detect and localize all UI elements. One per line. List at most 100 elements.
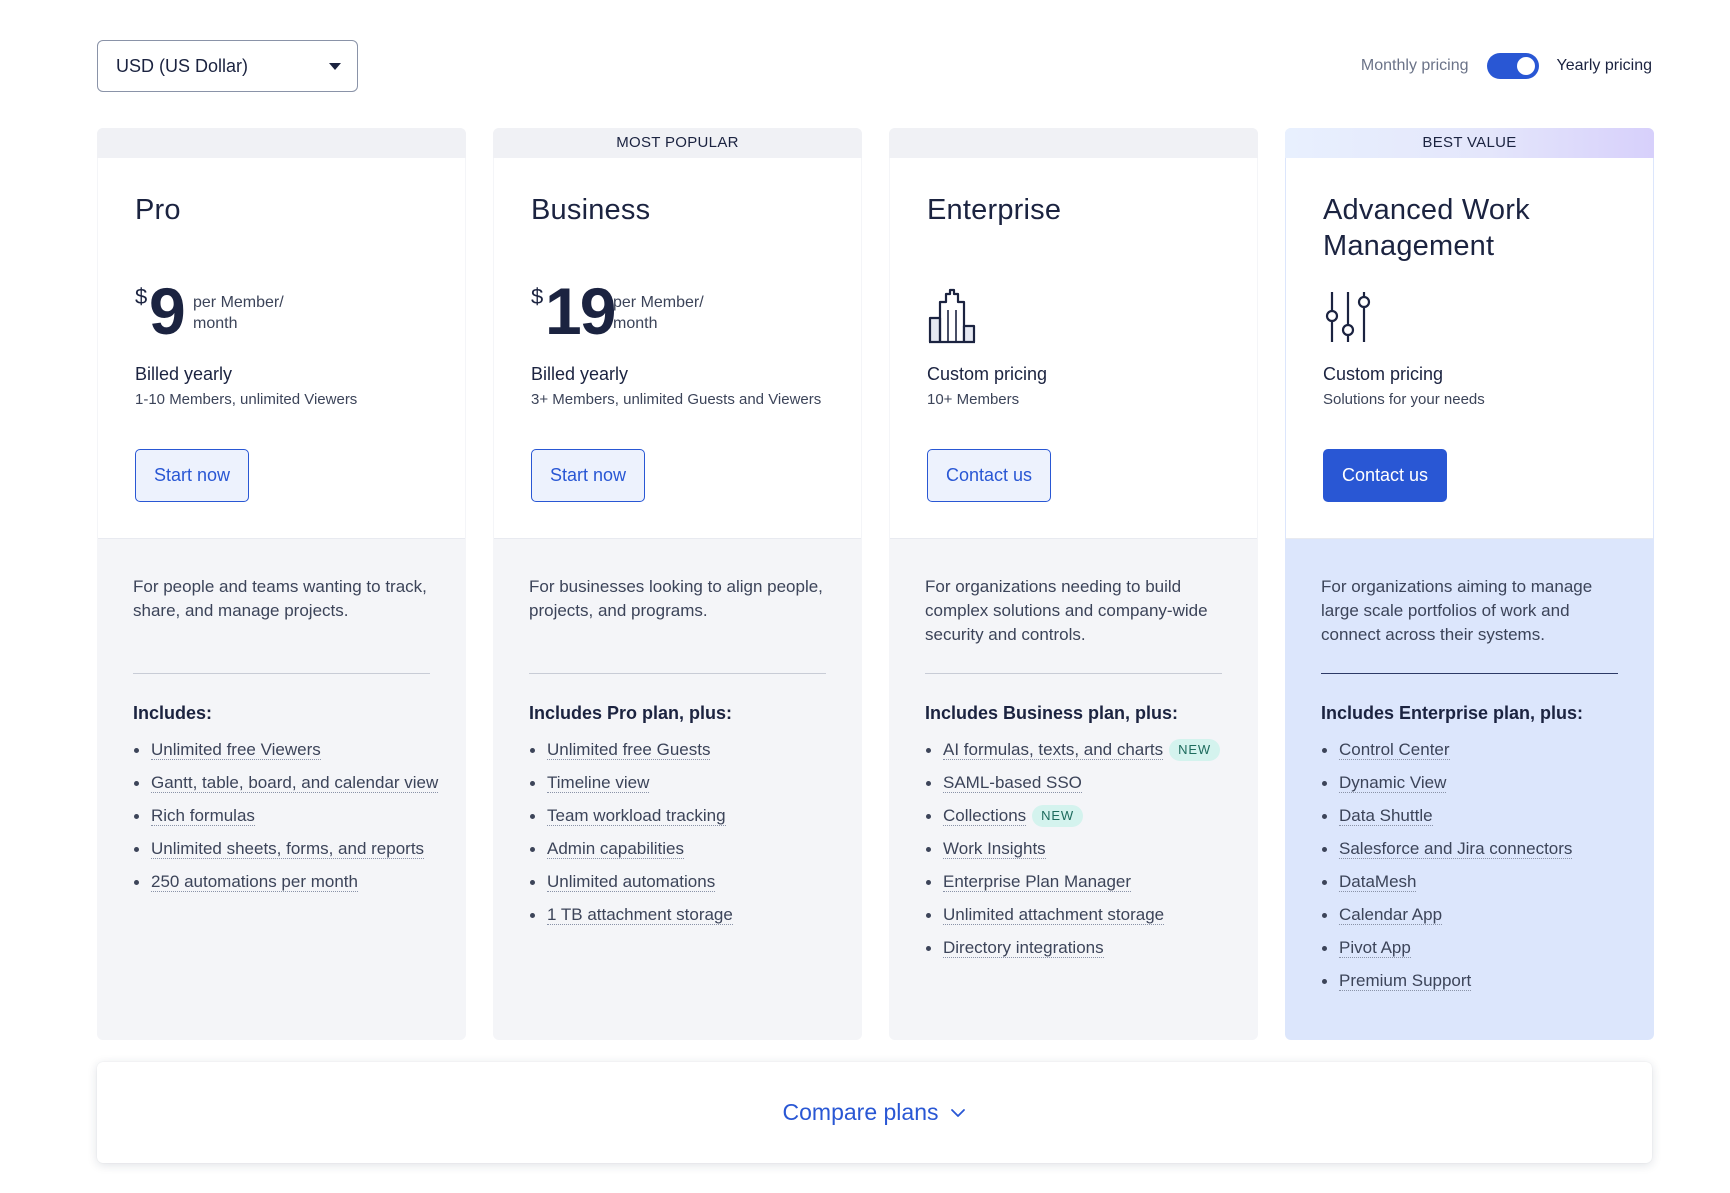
feature-text[interactable]: Gantt, table, board, and calendar view <box>151 773 439 793</box>
billing-title: Custom pricing <box>1323 364 1444 384</box>
feature-text[interactable]: Directory integrations <box>943 938 1104 958</box>
price-amount: 9 <box>149 274 186 348</box>
plan-banner <box>889 128 1258 158</box>
feature-item: Salesforce and Jira connectors <box>1321 837 1631 861</box>
plan-description: For businesses looking to align people, … <box>529 577 823 620</box>
price-unit-line1: per Member/ <box>613 294 704 311</box>
plan-header: Advanced Work Management Custom pricing … <box>1286 158 1653 539</box>
billing-subtitle: Solutions for your needs <box>1323 391 1485 408</box>
feature-text[interactable]: Admin capabilities <box>547 839 685 859</box>
feature-text[interactable]: Control Center <box>1339 740 1450 760</box>
feature-item: Gantt, table, board, and calendar view <box>133 771 443 795</box>
feature-text[interactable]: 250 automations per month <box>151 872 358 892</box>
start-now-button[interactable]: Start now <box>135 449 250 502</box>
plan-card-business: MOST POPULAR Business $ 19 per Member/ m… <box>493 128 862 1040</box>
feature-text[interactable]: Calendar App <box>1339 905 1443 925</box>
price-currency: $ <box>135 284 148 309</box>
currency-value: USD (US Dollar) <box>116 55 249 76</box>
price-currency: $ <box>531 284 544 309</box>
billing-subtitle: 3+ Members, unlimited Guests and Viewers <box>531 391 822 408</box>
feature-text[interactable]: Pivot App <box>1339 938 1411 958</box>
feature-item: Dynamic View <box>1321 771 1631 795</box>
billing-title: Billed yearly <box>135 364 233 384</box>
billing-subtitle: 1-10 Members, unlimited Viewers <box>135 391 358 408</box>
feature-text[interactable]: AI formulas, texts, and charts <box>943 740 1164 760</box>
feature-item: SAML-based SSO <box>925 771 1235 795</box>
building-icon <box>928 288 976 344</box>
feature-item: Unlimited sheets, forms, and reports <box>133 837 443 861</box>
contact-us-button[interactable]: Contact us <box>1323 449 1448 502</box>
divider <box>133 673 430 674</box>
price-unit: per Member/ month <box>613 292 723 334</box>
feature-text[interactable]: Work Insights <box>943 839 1046 859</box>
feature-text[interactable]: 1 TB attachment storage <box>547 905 733 925</box>
feature-item: Admin capabilities <box>529 837 839 861</box>
feature-text[interactable]: Rich formulas <box>151 806 255 826</box>
plan-card-enterprise: Enterprise Custom pricing 10+ Members Co… <box>889 128 1258 1040</box>
price-unit: per Member/ month <box>193 292 303 334</box>
caret-down-icon <box>329 63 341 70</box>
feature-list: Unlimited free Viewers Gantt, table, boar… <box>133 738 443 903</box>
feature-text[interactable]: Team workload tracking <box>547 806 726 826</box>
plan-header: Business $ 19 per Member/ month Billed y… <box>494 158 861 539</box>
currency-dropdown[interactable]: USD (US Dollar) <box>97 40 358 92</box>
feature-item: Data Shuttle <box>1321 804 1631 828</box>
new-badge: NEW <box>1169 739 1220 761</box>
billing-info: Billed yearly 3+ Members, unlimited Gues… <box>531 364 831 410</box>
includes-title: Includes Business plan, plus: <box>925 703 1179 723</box>
plan-cards: Pro $ 9 per Member/ month Billed yearly … <box>97 128 1655 1040</box>
feature-text[interactable]: Collections <box>943 806 1027 826</box>
feature-item: Control Center <box>1321 738 1631 762</box>
feature-item: 250 automations per month <box>133 870 443 894</box>
contact-us-button[interactable]: Contact us <box>927 449 1052 502</box>
feature-item: Unlimited free Guests <box>529 738 839 762</box>
feature-text[interactable]: Enterprise Plan Manager <box>943 872 1132 892</box>
compare-plans-button[interactable]: Compare plans <box>97 1062 1652 1163</box>
feature-item: Directory integrations <box>925 936 1235 960</box>
divider <box>925 673 1222 674</box>
feature-item: Collections NEW <box>925 804 1235 828</box>
feature-text[interactable]: Premium Support <box>1339 971 1472 991</box>
feature-text[interactable]: Unlimited free Guests <box>547 740 711 760</box>
includes-title: Includes Pro plan, plus: <box>529 703 733 723</box>
monthly-pricing-label[interactable]: Monthly pricing <box>1361 57 1469 75</box>
divider <box>1321 673 1618 674</box>
feature-item: 1 TB attachment storage <box>529 903 839 927</box>
feature-text[interactable]: Unlimited free Viewers <box>151 740 321 760</box>
price-unit-line2: month <box>613 315 658 332</box>
divider <box>529 673 826 674</box>
yearly-pricing-label[interactable]: Yearly pricing <box>1557 57 1652 75</box>
feature-text[interactable]: Unlimited attachment storage <box>943 905 1165 925</box>
feature-text[interactable]: Data Shuttle <box>1339 806 1433 826</box>
plan-card-advanced-work-management: BEST VALUE Advanced Work Management Cust… <box>1285 128 1654 1040</box>
feature-text[interactable]: Salesforce and Jira connectors <box>1339 839 1573 859</box>
feature-item: Enterprise Plan Manager <box>925 870 1235 894</box>
feature-text[interactable]: Unlimited automations <box>547 872 716 892</box>
plan-header: Enterprise Custom pricing 10+ Members Co… <box>890 158 1257 539</box>
plan-banner: BEST VALUE <box>1285 128 1654 158</box>
billing-period-switch[interactable] <box>1486 53 1539 79</box>
feature-item: Timeline view <box>529 771 839 795</box>
feature-text[interactable]: SAML-based SSO <box>943 773 1082 793</box>
feature-item: Team workload tracking <box>529 804 839 828</box>
feature-text[interactable]: Dynamic View <box>1339 773 1447 793</box>
feature-list: Control Center Dynamic View Data Shuttle Sa… <box>1321 738 1631 1002</box>
billing-title: Custom pricing <box>927 364 1048 384</box>
start-now-button[interactable]: Start now <box>531 449 646 502</box>
feature-text[interactable]: DataMesh <box>1339 872 1417 892</box>
feature-item: Unlimited free Viewers <box>133 738 443 762</box>
new-badge: NEW <box>1032 805 1083 827</box>
plan-header: Pro $ 9 per Member/ month Billed yearly … <box>98 158 465 539</box>
switch-knob <box>1516 57 1535 75</box>
feature-item: AI formulas, texts, and charts NEW <box>925 738 1235 762</box>
price-unit-line2: month <box>193 315 238 332</box>
plan-banner: MOST POPULAR <box>493 128 862 158</box>
feature-list: Unlimited free Guests Timeline view Team w… <box>529 738 839 936</box>
feature-text[interactable]: Timeline view <box>547 773 650 793</box>
billing-info: Custom pricing 10+ Members <box>927 364 1227 410</box>
feature-item: Unlimited attachment storage <box>925 903 1235 927</box>
feature-item: Premium Support <box>1321 969 1631 993</box>
includes-title: Includes: <box>133 703 213 723</box>
chevron-down-icon <box>951 1108 966 1117</box>
feature-text[interactable]: Unlimited sheets, forms, and reports <box>151 839 425 859</box>
